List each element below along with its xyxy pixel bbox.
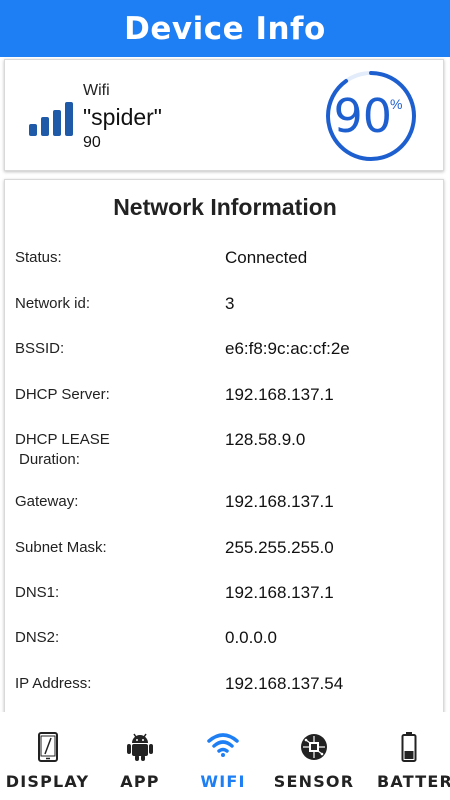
- signal-level-value: 90: [83, 134, 101, 151]
- nav-battery-label: BATTERY: [377, 772, 450, 791]
- info-label-continued: Duration:: [19, 451, 80, 468]
- info-value: 192.168.137.54: [225, 674, 344, 693]
- network-info-card: Network Information Status: Connected Ne…: [4, 179, 444, 739]
- nav-app-label: APP: [120, 772, 160, 791]
- app-header: Device Info: [0, 0, 450, 57]
- sensor-chip-icon: [301, 734, 327, 760]
- ssid-label: "spider": [83, 104, 162, 130]
- percent-sign: %: [390, 96, 403, 112]
- info-label: Network id:: [15, 295, 91, 312]
- battery-icon: [401, 732, 416, 762]
- info-value: e6:f8:9c:ac:cf:2e: [225, 339, 350, 358]
- info-label: Subnet Mask:: [15, 539, 107, 556]
- signal-strength-icon: [29, 102, 73, 136]
- info-label: BSSID:: [15, 340, 65, 357]
- info-value: 192.168.137.1: [225, 583, 334, 602]
- nav-display[interactable]: DISPLAY: [0, 712, 95, 800]
- info-label: Status:: [15, 249, 62, 266]
- network-info-heading: Network Information: [113, 194, 337, 220]
- info-value: 3: [225, 294, 235, 313]
- info-value: 255.255.255.0: [225, 538, 334, 557]
- info-value: 192.168.137.1: [225, 385, 334, 404]
- bottom-navigation: DISPLAY APP WIFI SENSOR BATTER: [0, 712, 450, 800]
- info-label: DNS1:: [15, 584, 60, 601]
- android-icon: [127, 733, 153, 761]
- info-label: IP Address:: [15, 675, 92, 692]
- info-value: Connected: [225, 248, 308, 267]
- signal-percent: 90 %: [323, 68, 419, 164]
- info-value: 192.168.137.1: [225, 492, 334, 511]
- nav-battery[interactable]: BATTERY: [367, 712, 450, 800]
- nav-wifi[interactable]: WIFI: [185, 712, 261, 800]
- info-value: 0.0.0.0: [225, 628, 277, 647]
- nav-sensor[interactable]: SENSOR: [261, 712, 367, 800]
- nav-wifi-label: WIFI: [200, 772, 246, 791]
- info-label: DNS2:: [15, 629, 60, 646]
- nav-app[interactable]: APP: [95, 712, 185, 800]
- nav-display-label: DISPLAY: [5, 772, 90, 791]
- phone-display-icon: [37, 732, 58, 762]
- info-value: 128.58.9.0: [225, 430, 306, 449]
- connection-type-label: Wifi: [83, 82, 110, 99]
- wifi-icon: [207, 733, 239, 757]
- info-label: DHCP Server:: [15, 386, 110, 403]
- info-label: Gateway:: [15, 493, 79, 510]
- wifi-summary-card: Wifi "spider" 90 90 %: [4, 59, 444, 171]
- info-label: DHCP LEASE: [15, 431, 110, 448]
- nav-sensor-label: SENSOR: [273, 772, 355, 791]
- signal-percent-value: 90: [333, 89, 393, 143]
- page-title: Device Info: [124, 10, 326, 47]
